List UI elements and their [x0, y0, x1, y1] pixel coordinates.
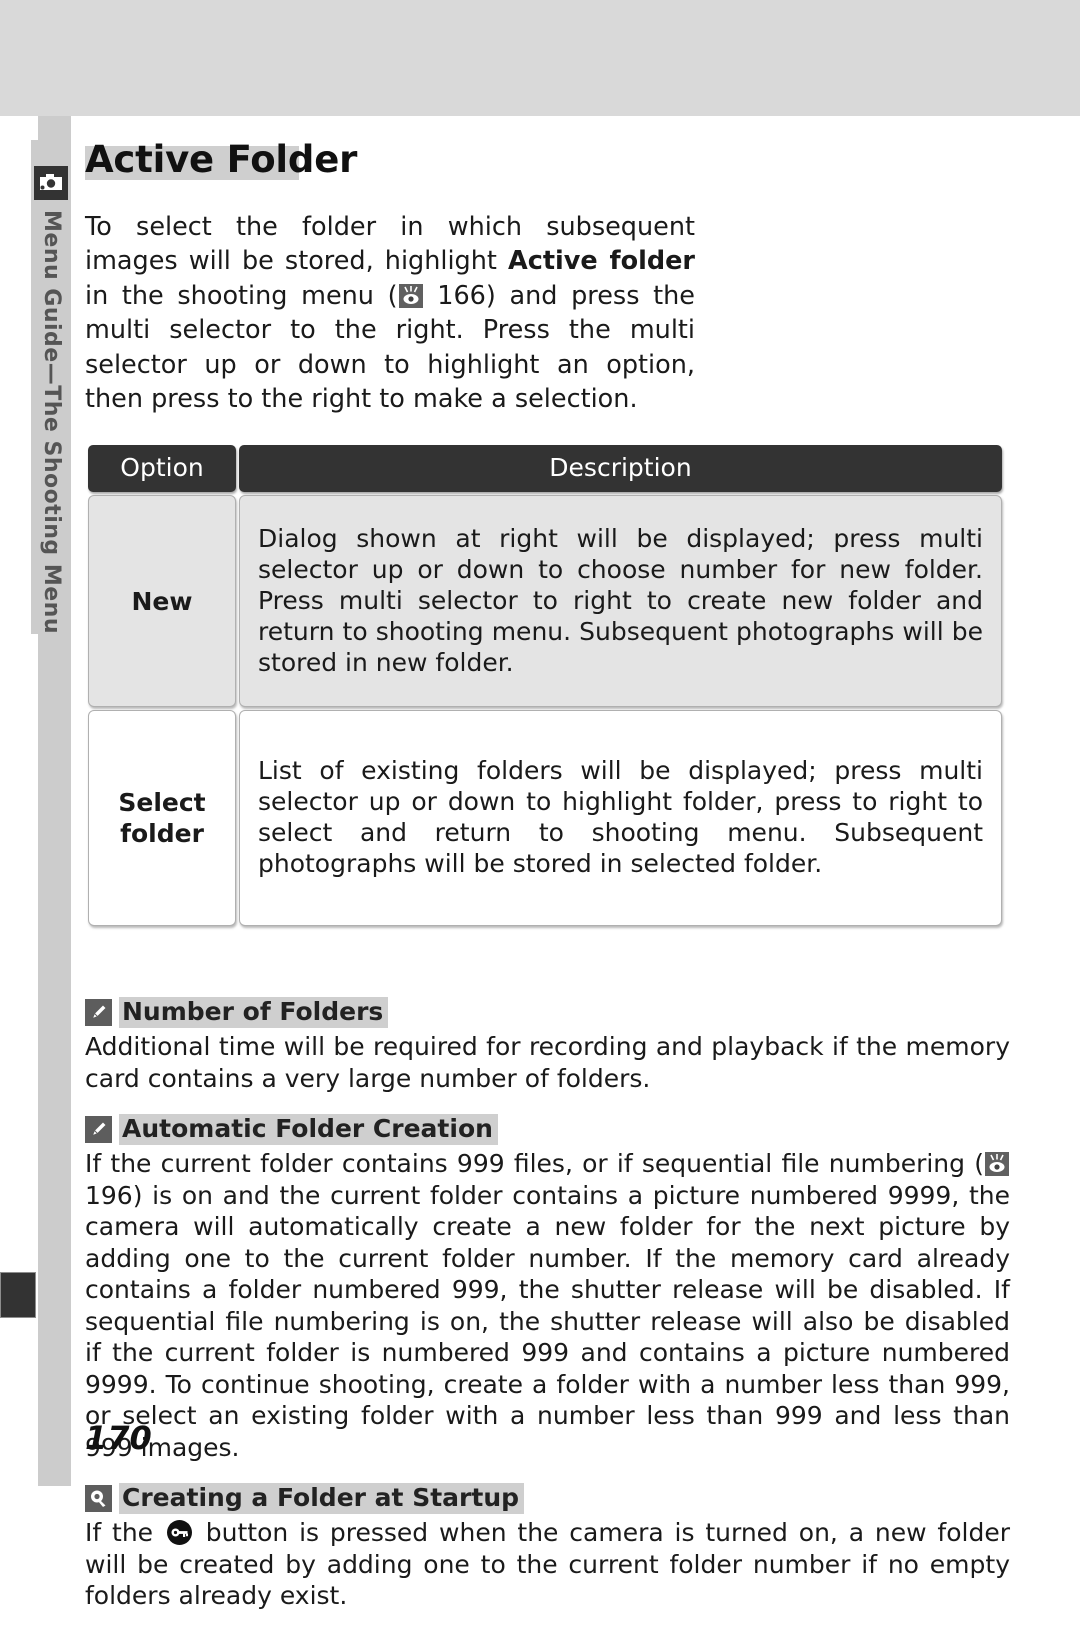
note-body-text-2: 196) is on and the current folder contai…	[85, 1180, 1010, 1462]
note-automatic-folder-creation: Automatic Folder Creation If the current…	[85, 1114, 1010, 1463]
note-body: Additional time will be required for rec…	[85, 1032, 1010, 1093]
note-creating-folder-at-startup: Creating a Folder at Startup If the butt…	[85, 1483, 1010, 1612]
key-button-icon	[166, 1519, 193, 1546]
option-description-select-folder: List of existing folders will be display…	[239, 710, 1002, 926]
page-number: 170	[85, 1419, 152, 1457]
option-name-new: New	[88, 495, 236, 707]
option-description-new: Dialog shown at right will be displayed;…	[239, 495, 1002, 707]
table-row: New Dialog shown at right will be displa…	[88, 495, 1002, 707]
thumb-index-tab	[0, 1272, 36, 1318]
intro-paragraph: To select the folder in which subsequent…	[85, 210, 695, 417]
pencil-icon	[85, 999, 112, 1026]
section-tab: Menu Guide—The Shooting Menu	[31, 140, 71, 634]
note-heading: Automatic Folder Creation	[85, 1114, 1010, 1145]
note-heading: Number of Folders	[85, 997, 1010, 1028]
reference-eye-icon	[398, 283, 423, 308]
magnifier-tip-icon	[85, 1485, 112, 1512]
note-body: If the current folder contains 999 files…	[85, 1148, 1010, 1463]
note-body-text-1: If the	[85, 1518, 164, 1547]
intro-bold-term: Active folder	[507, 246, 695, 276]
table-header-row: Option Description	[88, 445, 1002, 492]
top-margin-band	[0, 0, 1080, 116]
options-table: Option Description New Dialog shown at r…	[85, 442, 1005, 929]
note-title: Creating a Folder at Startup	[119, 1483, 525, 1514]
note-body: If the button is pressed when the camera…	[85, 1517, 1010, 1612]
note-body-text-2: button is pressed when the camera is tur…	[85, 1518, 1010, 1610]
note-title: Automatic Folder Creation	[119, 1114, 498, 1145]
pencil-icon	[85, 1116, 112, 1143]
column-header-description: Description	[239, 445, 1002, 492]
page-title-container: Active Folder	[85, 138, 1010, 184]
section-tab-label: Menu Guide—The Shooting Menu	[39, 210, 64, 634]
note-body-text-1: If the current folder contains 999 files…	[85, 1149, 984, 1178]
page-content: Active Folder To select the folder in wh…	[85, 138, 1010, 1630]
note-heading: Creating a Folder at Startup	[85, 1483, 1010, 1514]
option-name-select-folder: Select folder	[88, 710, 236, 926]
note-number-of-folders: Number of Folders Additional time will b…	[85, 997, 1010, 1094]
column-header-option: Option	[88, 445, 236, 492]
camera-icon	[34, 166, 68, 200]
notes-section: Number of Folders Additional time will b…	[85, 997, 1010, 1612]
reference-eye-icon	[985, 1152, 1009, 1176]
table-row: Select folder List of existing folders w…	[88, 710, 1002, 926]
intro-text-2: in the shooting menu (	[85, 280, 398, 311]
note-title: Number of Folders	[119, 997, 389, 1028]
page-title: Active Folder	[85, 138, 358, 181]
